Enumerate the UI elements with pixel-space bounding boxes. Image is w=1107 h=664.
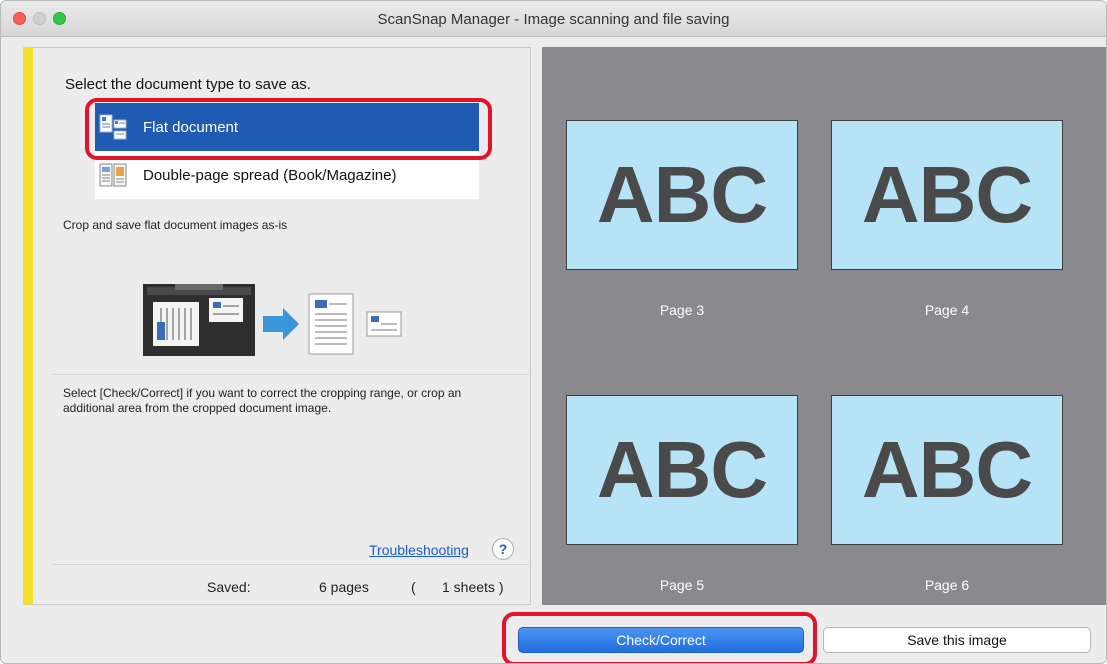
double-page-spread-label: Double-page spread (Book/Magazine) xyxy=(143,166,397,184)
check-correct-note: Select [Check/Correct] if you want to co… xyxy=(63,386,462,415)
saved-page-count: 6 pages xyxy=(319,579,369,595)
check-correct-highlight xyxy=(502,612,817,663)
document-type-prompt: Select the document type to save as. xyxy=(65,76,311,93)
flat-document-highlight xyxy=(85,98,492,160)
document-type-description: Crop and save flat document images as-is xyxy=(63,218,288,232)
page-thumbnail[interactable]: ABC xyxy=(831,395,1063,545)
divider xyxy=(53,564,529,565)
page-thumbnail[interactable]: ABC xyxy=(566,120,798,270)
troubleshooting-link[interactable]: Troubleshooting xyxy=(369,542,469,558)
divider xyxy=(53,374,529,375)
saved-label: Saved: xyxy=(207,579,251,595)
book-spread-icon xyxy=(99,163,127,187)
page-label: Page 3 xyxy=(659,302,705,318)
window-title: ScanSnap Manager - Image scanning and fi… xyxy=(377,11,730,28)
page-thumbnail-text: ABC xyxy=(596,425,768,514)
page-preview-area: ABC Page 3 ABC Page 4 ABC Page 5 ABC Pag… xyxy=(542,47,1106,605)
scansnap-window: ScanSnap Manager - Image scanning and fi… xyxy=(0,0,1107,664)
saved-sheet-count: 1 sheets ) xyxy=(442,579,504,595)
page-thumbnail-text: ABC xyxy=(861,425,1033,514)
page-label: Page 6 xyxy=(924,577,970,593)
page-label: Page 5 xyxy=(659,577,705,593)
page-thumbnail[interactable]: ABC xyxy=(566,395,798,545)
help-icon[interactable]: ? xyxy=(492,538,514,560)
page-label: Page 4 xyxy=(924,302,970,318)
save-this-image-button[interactable]: Save this image xyxy=(823,627,1091,653)
saved-open-paren: ( xyxy=(411,579,416,595)
page-thumbnail-text: ABC xyxy=(861,150,1033,239)
page-thumbnail-text: ABC xyxy=(596,150,768,239)
page-thumbnail[interactable]: ABC xyxy=(831,120,1063,270)
title-bar: ScanSnap Manager - Image scanning and fi… xyxy=(1,1,1106,37)
